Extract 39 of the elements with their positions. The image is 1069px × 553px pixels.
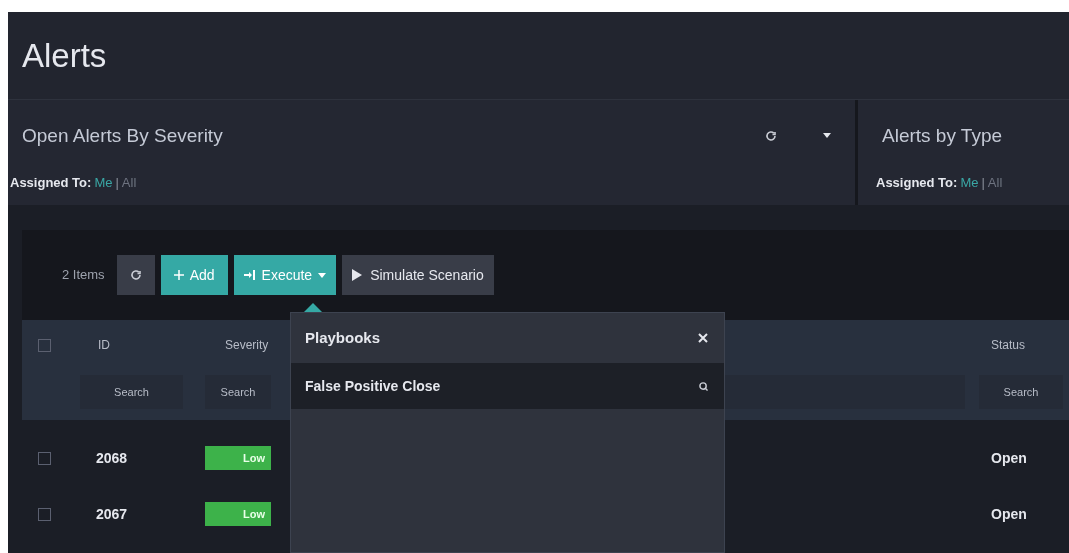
table-cell: 2068 <box>96 449 128 466</box>
refresh-button[interactable] <box>765 130 777 143</box>
search-icon <box>699 381 708 391</box>
refresh-icon <box>129 269 142 281</box>
column-header[interactable]: Severity <box>225 338 269 352</box>
checkbox[interactable] <box>38 338 51 352</box>
refresh-button[interactable] <box>116 255 155 295</box>
simulate-button[interactable]: Simulate Scenario <box>342 255 494 295</box>
column-header[interactable]: ID <box>98 338 110 352</box>
dropdown-button[interactable] <box>823 133 831 140</box>
plus-icon <box>173 270 184 280</box>
severity-badge: Low <box>205 446 271 470</box>
item-count: 2 Items <box>62 266 105 285</box>
play-icon <box>352 269 363 281</box>
table-cell: Open <box>991 449 1027 466</box>
filter-link[interactable]: Me <box>960 172 979 192</box>
search-field[interactable]: Search <box>80 375 183 409</box>
separator: | <box>981 173 985 192</box>
separator: | <box>115 173 119 192</box>
assigned-label: Assigned To: <box>876 173 958 192</box>
refresh-icon <box>765 130 777 143</box>
execute-icon <box>243 269 256 281</box>
popover-title: Playbooks <box>305 327 381 348</box>
assigned-label: Assigned To: <box>10 173 92 192</box>
severity-badge: Low <box>205 502 271 526</box>
close-icon[interactable] <box>698 333 708 343</box>
widget-title: Alerts by Type <box>882 124 1003 148</box>
widget-title: Open Alerts By Severity <box>22 124 223 148</box>
checkbox[interactable] <box>38 451 51 465</box>
page-title: Alerts <box>22 35 107 76</box>
playbook-item[interactable]: False Positive Close <box>291 363 724 409</box>
column-header[interactable]: Status <box>991 338 1026 352</box>
table-cell: Open <box>991 505 1027 522</box>
checkbox[interactable] <box>38 507 51 521</box>
caret-icon <box>318 272 327 278</box>
table-cell: 2067 <box>96 505 128 522</box>
filter-link[interactable]: Me <box>94 172 113 192</box>
search-field[interactable]: Search <box>205 375 271 409</box>
search-field[interactable]: Search <box>979 375 1063 409</box>
